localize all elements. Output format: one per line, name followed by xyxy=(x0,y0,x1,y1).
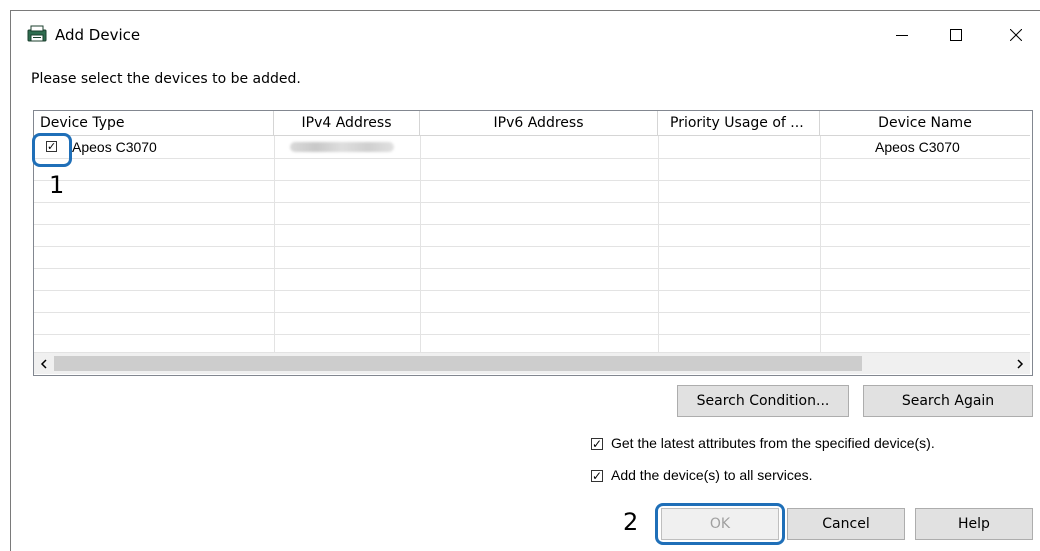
scroll-left-button[interactable] xyxy=(34,353,54,374)
latest-attributes-checkbox[interactable]: ✓ xyxy=(591,438,603,450)
column-header-device-name[interactable]: Device Name xyxy=(820,111,1030,135)
title-bar: Add Device xyxy=(11,11,1040,59)
table-row xyxy=(34,268,1030,291)
latest-attributes-label: Get the latest attributes from the speci… xyxy=(611,435,935,451)
device-list[interactable]: Device Type IPv4 Address IPv6 Address Pr… xyxy=(33,110,1033,376)
table-row xyxy=(34,312,1030,335)
step-number-2: 2 xyxy=(623,508,639,536)
close-button[interactable] xyxy=(993,11,1039,59)
add-to-services-label: Add the device(s) to all services. xyxy=(611,467,813,483)
ok-button[interactable]: OK xyxy=(661,508,779,540)
table-row xyxy=(34,246,1030,269)
add-device-dialog: Add Device Please select the devices to … xyxy=(10,10,1040,551)
column-header-priority-usage[interactable]: Priority Usage of ... xyxy=(658,111,820,135)
horizontal-scrollbar[interactable] xyxy=(34,352,1030,374)
column-divider xyxy=(658,136,659,352)
window-title: Add Device xyxy=(55,26,141,44)
cell-device-type: Apeos C3070 xyxy=(72,139,157,155)
table-row xyxy=(34,158,1030,181)
maximize-icon xyxy=(950,29,962,41)
minimize-icon xyxy=(896,35,908,36)
table-row xyxy=(34,180,1030,203)
printer-add-icon xyxy=(27,25,47,43)
search-condition-button[interactable]: Search Condition... xyxy=(677,385,849,417)
column-header-device-type[interactable]: Device Type xyxy=(34,111,274,135)
table-row xyxy=(34,202,1030,225)
column-divider xyxy=(274,136,275,352)
scrollbar-thumb[interactable] xyxy=(54,356,862,371)
table-row xyxy=(34,224,1030,247)
search-again-button[interactable]: Search Again xyxy=(863,385,1033,417)
chevron-left-icon xyxy=(40,358,47,369)
column-header-ipv6[interactable]: IPv6 Address xyxy=(420,111,658,135)
column-header-ipv4[interactable]: IPv4 Address xyxy=(274,111,420,135)
chevron-right-icon xyxy=(1017,358,1024,369)
checkmark-icon: ✓ xyxy=(592,437,603,451)
cell-device-name: Apeos C3070 xyxy=(875,139,960,155)
close-icon xyxy=(1010,29,1022,41)
scroll-right-button[interactable] xyxy=(1010,353,1030,374)
cancel-button[interactable]: Cancel xyxy=(787,508,905,540)
maximize-button[interactable] xyxy=(933,11,979,59)
table-row[interactable]: ✓ Apeos C3070 Apeos C3070 xyxy=(34,136,1030,159)
help-button[interactable]: Help xyxy=(915,508,1033,540)
instruction-text: Please select the devices to be added. xyxy=(31,71,301,87)
step-number-1: 1 xyxy=(49,171,65,199)
cell-ipv4-redacted xyxy=(290,142,394,152)
add-to-services-checkbox[interactable]: ✓ xyxy=(591,470,603,482)
column-divider xyxy=(820,136,821,352)
table-row xyxy=(34,290,1030,313)
minimize-button[interactable] xyxy=(879,11,925,59)
list-body: ✓ Apeos C3070 Apeos C3070 xyxy=(34,136,1030,352)
checkmark-icon: ✓ xyxy=(592,469,603,483)
callout-highlight-1 xyxy=(32,133,72,167)
list-header: Device Type IPv4 Address IPv6 Address Pr… xyxy=(34,111,1030,136)
column-divider xyxy=(420,136,421,352)
